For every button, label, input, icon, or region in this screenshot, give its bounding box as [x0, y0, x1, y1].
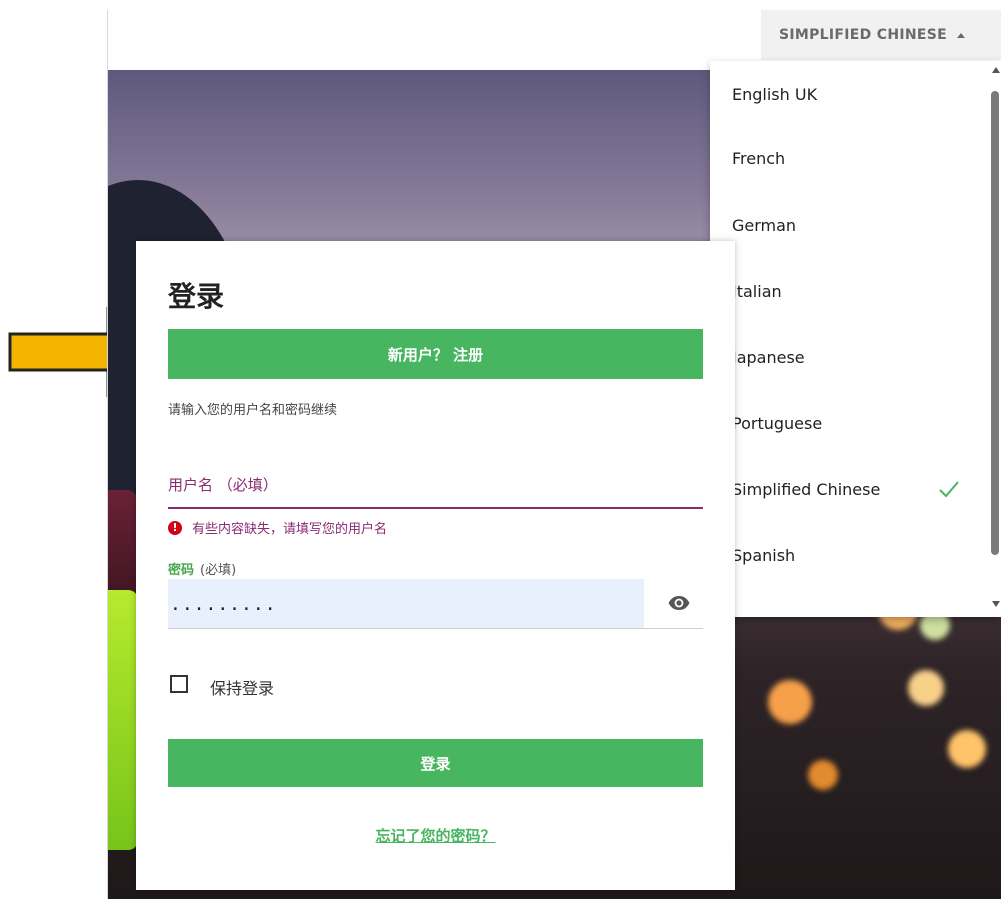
password-required-text: (必填) [200, 563, 237, 578]
scroll-down-arrow-icon[interactable] [992, 601, 1000, 607]
password-label-text: 密码 [168, 563, 195, 578]
check-icon [939, 481, 959, 498]
language-option[interactable]: Italian [732, 282, 782, 301]
language-dropdown-menu: English UK French German Italian Japanes… [710, 61, 1001, 617]
bokeh-light [768, 680, 812, 724]
scroll-up-arrow-icon[interactable] [992, 67, 1000, 73]
bokeh-light [908, 670, 944, 706]
language-option[interactable]: English UK [732, 85, 817, 104]
language-option[interactable]: Portuguese [732, 414, 822, 433]
register-button[interactable]: 新用户？ 注册 [168, 329, 703, 379]
password-field-underline [168, 628, 703, 629]
bokeh-light [948, 730, 986, 768]
language-selector-button[interactable]: SIMPLIFIED CHINESE [761, 10, 1001, 60]
login-card: 登录 新用户？ 注册 请输入您的用户名和密码继续 用户名 （必填） ! 有些内容… [136, 241, 735, 890]
language-option[interactable]: Japanese [732, 348, 805, 367]
login-title: 登录 [168, 280, 225, 313]
username-field-underline [168, 507, 703, 509]
language-option-selected[interactable]: Simplified Chinese [732, 480, 880, 499]
error-icon: ! [168, 520, 182, 535]
eye-icon[interactable] [667, 591, 691, 615]
hero-person-jacket [108, 590, 138, 850]
remember-me-checkbox[interactable] [170, 675, 188, 693]
language-option[interactable]: German [732, 216, 796, 235]
bokeh-light [808, 760, 838, 790]
remember-me-label[interactable]: 保持登录 [210, 675, 274, 699]
password-field-label: 密码 (必填) [168, 559, 236, 578]
username-error-message: ! 有些内容缺失，请填写您的用户名 [168, 518, 387, 537]
forgot-password-link[interactable]: 忘记了您的密码？ [375, 827, 495, 845]
caret-up-icon [956, 32, 965, 38]
login-button[interactable]: 登录 [168, 739, 703, 787]
language-option[interactable]: French [732, 149, 785, 168]
scrollbar-thumb[interactable] [991, 91, 999, 555]
login-hint-text: 请输入您的用户名和密码继续 [168, 403, 338, 418]
language-option[interactable]: Spanish [732, 546, 795, 565]
language-selector-label: SIMPLIFIED CHINESE [779, 27, 947, 43]
username-error-text: 有些内容缺失，请填写您的用户名 [192, 522, 388, 537]
forgot-password-container: 忘记了您的密码？ [136, 825, 735, 846]
password-input[interactable] [168, 579, 644, 629]
username-field-label[interactable]: 用户名 （必填） [168, 474, 278, 495]
dropdown-scrollbar[interactable] [989, 61, 1001, 617]
